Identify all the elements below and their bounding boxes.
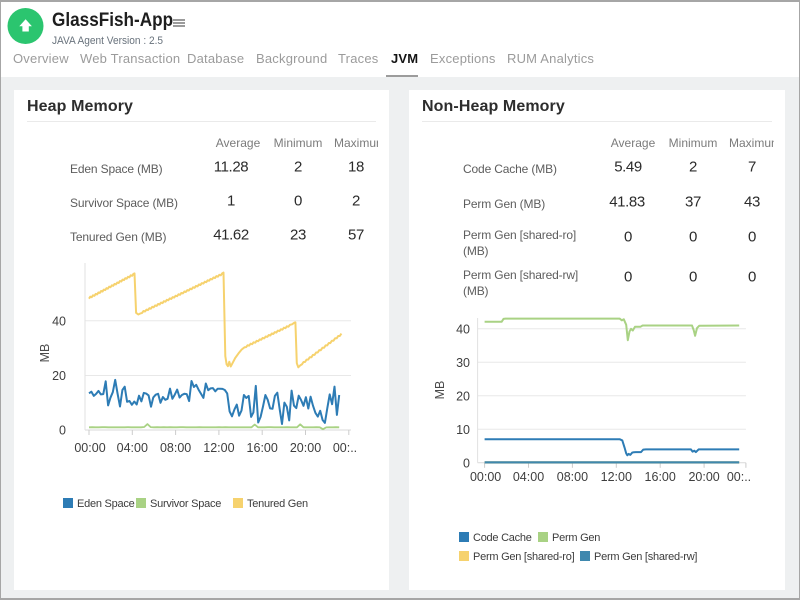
svg-text:MB: MB bbox=[38, 344, 52, 363]
svg-text:40: 40 bbox=[52, 314, 66, 328]
svg-text:04:00: 04:00 bbox=[117, 441, 148, 455]
svg-text:0: 0 bbox=[463, 456, 470, 470]
svg-text:00:00: 00:00 bbox=[74, 441, 105, 455]
svg-text:30: 30 bbox=[456, 356, 470, 370]
svg-text:40: 40 bbox=[456, 322, 470, 336]
svg-text:04:00: 04:00 bbox=[513, 470, 544, 484]
svg-text:20: 20 bbox=[456, 389, 470, 403]
svg-text:12:00: 12:00 bbox=[601, 470, 632, 484]
svg-text:20: 20 bbox=[52, 369, 66, 383]
svg-text:08:00: 08:00 bbox=[160, 441, 191, 455]
svg-text:00:..: 00:.. bbox=[333, 441, 357, 455]
svg-text:0: 0 bbox=[59, 424, 66, 438]
svg-text:20:00: 20:00 bbox=[290, 441, 321, 455]
svg-text:20:00: 20:00 bbox=[688, 470, 719, 484]
svg-text:12:00: 12:00 bbox=[203, 441, 234, 455]
svg-text:00:..: 00:.. bbox=[727, 470, 751, 484]
svg-text:MB: MB bbox=[433, 381, 447, 400]
svg-text:10: 10 bbox=[456, 423, 470, 437]
svg-text:16:00: 16:00 bbox=[247, 441, 278, 455]
svg-text:00:00: 00:00 bbox=[470, 470, 501, 484]
svg-text:16:00: 16:00 bbox=[645, 470, 676, 484]
svg-text:08:00: 08:00 bbox=[557, 470, 588, 484]
